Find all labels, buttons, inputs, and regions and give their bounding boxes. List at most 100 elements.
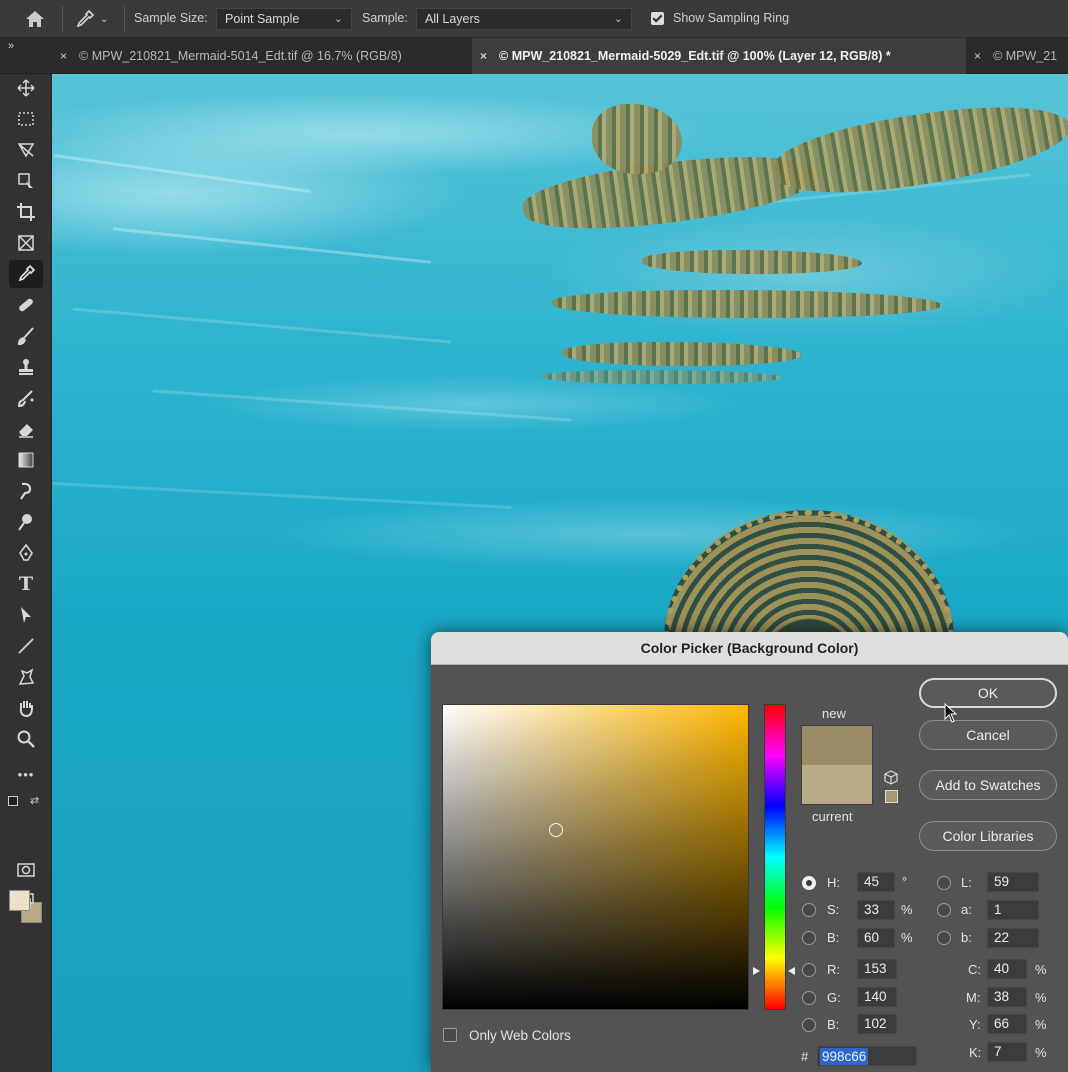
current-color-swatch[interactable]: [801, 765, 873, 805]
saturation-radio[interactable]: [802, 903, 816, 917]
hex-input[interactable]: 998c66: [817, 1046, 917, 1066]
ok-button[interactable]: OK: [919, 678, 1057, 708]
percent-unit: %: [1035, 990, 1047, 1005]
object-select-tool[interactable]: [9, 167, 43, 195]
sample-select[interactable]: All Layers ⌄: [416, 8, 632, 30]
dodge-tool[interactable]: [9, 508, 43, 536]
hue-radio[interactable]: [802, 876, 816, 890]
sample-size-select[interactable]: Point Sample ⌄: [216, 8, 352, 30]
line-tool[interactable]: [9, 632, 43, 660]
close-icon[interactable]: ×: [480, 49, 487, 63]
move-tool[interactable]: [9, 74, 43, 102]
quick-mask-button[interactable]: [9, 856, 43, 884]
cyan-input[interactable]: 40: [987, 959, 1027, 979]
cancel-button[interactable]: Cancel: [919, 720, 1057, 750]
color-selector-ring[interactable]: [549, 823, 563, 837]
lightness-radio[interactable]: [937, 876, 951, 890]
gamut-warning-icon[interactable]: [883, 770, 899, 786]
line-icon: [18, 638, 34, 654]
magenta-input[interactable]: 38: [987, 987, 1027, 1007]
lasso-icon: [17, 143, 35, 158]
stamp-icon: [19, 359, 33, 375]
document-tab[interactable]: × © MPW_21: [966, 38, 1068, 74]
move-icon: [17, 79, 35, 97]
green-radio[interactable]: [802, 991, 816, 1005]
home-icon[interactable]: [22, 8, 48, 30]
eyedropper-tool[interactable]: [9, 260, 43, 288]
water-streak: [53, 153, 311, 194]
black-input[interactable]: 7: [987, 1042, 1027, 1062]
magenta-label: M:: [966, 990, 981, 1005]
marquee-icon: [18, 112, 34, 126]
blue-input[interactable]: 102: [857, 1014, 897, 1034]
green-input[interactable]: 140: [857, 987, 897, 1007]
a-channel-input[interactable]: 1: [987, 900, 1039, 920]
default-colors-icon[interactable]: [8, 796, 18, 806]
color-libraries-button[interactable]: Color Libraries: [919, 821, 1057, 851]
red-radio[interactable]: [802, 963, 816, 977]
separator: [124, 6, 125, 32]
surface-reflection: [592, 104, 682, 174]
current-color-label: current: [812, 809, 853, 824]
document-tab-active[interactable]: × © MPW_210821_Mermaid-5029_Edt.tif @ 10…: [472, 38, 966, 74]
history-brush-tool[interactable]: [9, 384, 43, 412]
surface-reflection: [562, 342, 802, 366]
healing-tool[interactable]: [9, 291, 43, 319]
blue-label: B:: [827, 1017, 840, 1032]
saturation-brightness-field[interactable]: [442, 704, 749, 1010]
brightness-radio[interactable]: [802, 931, 816, 945]
brush-icon: [17, 327, 34, 346]
history-brush-icon: [17, 390, 34, 408]
eraser-icon: [19, 424, 33, 438]
hue-input[interactable]: 45: [857, 872, 895, 892]
only-web-colors-checkbox[interactable]: [443, 1028, 457, 1042]
lasso-tool[interactable]: [9, 136, 43, 164]
tool-preset-picker[interactable]: ⌄: [74, 6, 118, 32]
percent-unit: %: [1035, 1045, 1047, 1060]
zoom-icon: [17, 730, 35, 748]
crop-tool[interactable]: [9, 198, 43, 226]
puppet-tool[interactable]: [9, 663, 43, 691]
edit-toolbar-button[interactable]: •••: [9, 760, 43, 788]
eyedropper-icon: [76, 9, 95, 28]
tools-panel: T ••• ⇄: [0, 74, 52, 1072]
zoom-tool[interactable]: [9, 725, 43, 753]
pen-tool[interactable]: [9, 539, 43, 567]
only-web-colors-label: Only Web Colors: [469, 1028, 571, 1043]
brightness-input[interactable]: 60: [857, 928, 895, 948]
show-sampling-ring-checkbox[interactable]: [651, 12, 664, 25]
document-tab[interactable]: × © MPW_210821_Mermaid-5014_Edt.tif @ 16…: [52, 38, 472, 74]
pen-icon: [19, 543, 33, 561]
path-select-tool[interactable]: [9, 601, 43, 629]
mouse-cursor-icon: [944, 703, 958, 723]
surface-reflection: [552, 290, 942, 318]
yellow-input[interactable]: 66: [987, 1014, 1027, 1034]
stamp-tool[interactable]: [9, 353, 43, 381]
saturation-input[interactable]: 33: [857, 900, 895, 920]
b-channel-radio[interactable]: [937, 931, 951, 945]
b-channel-input[interactable]: 22: [987, 928, 1039, 948]
hue-slider-handle[interactable]: [788, 967, 795, 975]
collapse-panels-icon[interactable]: »: [8, 40, 14, 52]
add-to-swatches-button[interactable]: Add to Swatches: [919, 770, 1057, 800]
hue-slider-handle[interactable]: [753, 967, 760, 975]
marquee-tool[interactable]: [9, 105, 43, 133]
brush-tool[interactable]: [9, 322, 43, 350]
eraser-tool[interactable]: [9, 415, 43, 443]
red-input[interactable]: 153: [857, 959, 897, 979]
lightness-input[interactable]: 59: [987, 872, 1039, 892]
type-tool[interactable]: T: [9, 570, 43, 598]
foreground-color-swatch[interactable]: [9, 890, 30, 911]
blue-radio[interactable]: [802, 1018, 816, 1032]
hue-slider[interactable]: [764, 704, 786, 1010]
web-safe-color-swatch[interactable]: [885, 790, 898, 803]
smudge-icon: [20, 482, 32, 500]
frame-tool[interactable]: [9, 229, 43, 257]
swap-colors-icon[interactable]: ⇄: [30, 794, 39, 807]
smudge-tool[interactable]: [9, 477, 43, 505]
close-icon[interactable]: ×: [974, 49, 981, 63]
hand-tool[interactable]: [9, 694, 43, 722]
close-icon[interactable]: ×: [60, 49, 67, 63]
gradient-tool[interactable]: [9, 446, 43, 474]
a-channel-radio[interactable]: [937, 903, 951, 917]
